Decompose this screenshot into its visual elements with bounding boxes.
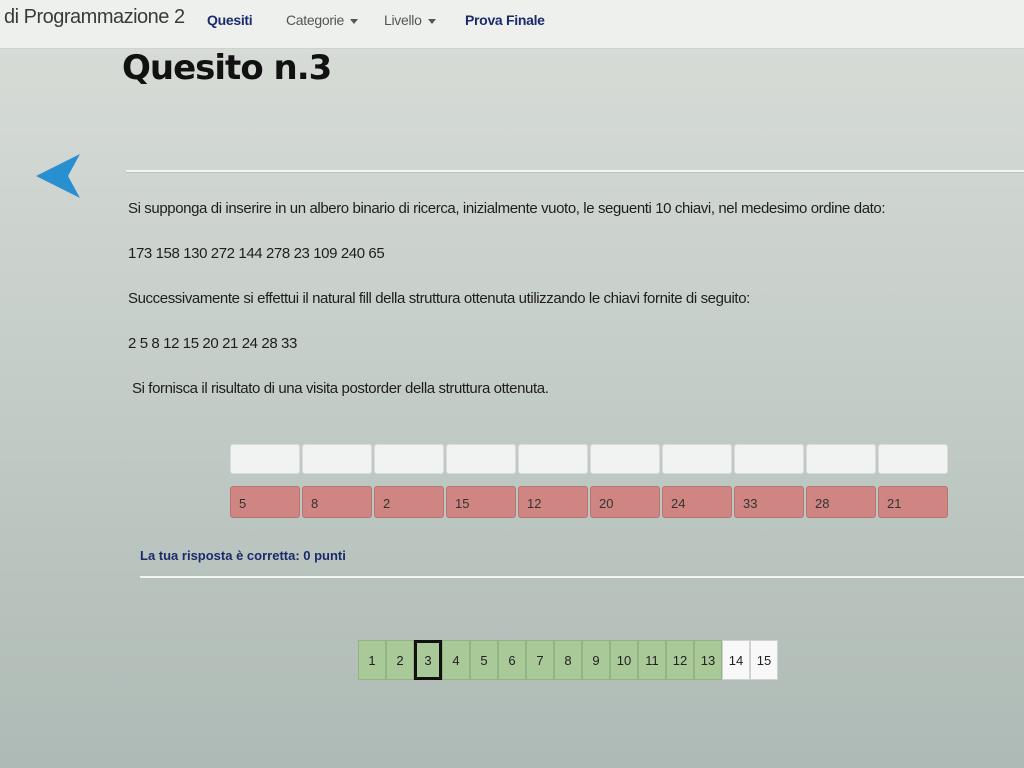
nav-categorie-dropdown[interactable]: Categorie bbox=[286, 12, 359, 28]
nav-categorie-label: Categorie bbox=[286, 12, 345, 28]
question-pagination: 1 2 3 4 5 6 7 8 9 10 11 12 13 14 15 bbox=[358, 640, 778, 680]
page-button[interactable]: 9 bbox=[582, 640, 610, 680]
key-tile[interactable]: 33 bbox=[734, 486, 804, 518]
divider-bottom bbox=[140, 576, 1024, 578]
answer-slot[interactable] bbox=[230, 444, 300, 474]
page-button[interactable]: 4 bbox=[442, 640, 470, 680]
nav-prova-finale[interactable]: Prova Finale bbox=[465, 12, 545, 28]
site-brand[interactable]: di Programmazione 2 bbox=[4, 6, 185, 29]
answer-slot[interactable] bbox=[518, 444, 588, 474]
nav-livello-dropdown[interactable]: Livello bbox=[384, 12, 436, 28]
answer-drop-zone[interactable] bbox=[230, 444, 948, 474]
key-tile[interactable]: 21 bbox=[878, 486, 948, 518]
result-message: La tua risposta è corretta: 0 punti bbox=[140, 548, 346, 563]
nav-prova-finale-label: Prova Finale bbox=[465, 12, 545, 28]
question-text-intro: Si supponga di inserire in un albero bin… bbox=[128, 200, 886, 217]
page-button[interactable]: 8 bbox=[554, 640, 582, 680]
key-tile[interactable]: 8 bbox=[302, 486, 372, 518]
top-navbar: di Programmazione 2 Quesiti Categorie Li… bbox=[0, 0, 1024, 49]
page-button[interactable]: 13 bbox=[694, 640, 722, 680]
key-tile[interactable]: 12 bbox=[518, 486, 588, 518]
nav-quesiti[interactable]: Quesiti bbox=[207, 12, 253, 28]
page-button-current[interactable]: 3 bbox=[414, 640, 442, 680]
answer-slot[interactable] bbox=[734, 444, 804, 474]
answer-slot[interactable] bbox=[302, 444, 372, 474]
page-button[interactable]: 12 bbox=[666, 640, 694, 680]
key-tile[interactable]: 15 bbox=[446, 486, 516, 518]
page-button[interactable]: 11 bbox=[638, 640, 666, 680]
nav-livello-label: Livello bbox=[384, 12, 422, 28]
page-button[interactable]: 7 bbox=[526, 640, 554, 680]
key-tiles: 5 8 2 15 12 20 24 33 28 21 bbox=[230, 486, 948, 518]
page-button[interactable]: 2 bbox=[386, 640, 414, 680]
key-tile[interactable]: 5 bbox=[230, 486, 300, 518]
key-tile[interactable]: 2 bbox=[374, 486, 444, 518]
caret-down-icon bbox=[427, 18, 436, 24]
page-button[interactable]: 14 bbox=[722, 640, 750, 680]
answer-slot[interactable] bbox=[374, 444, 444, 474]
answer-slot[interactable] bbox=[878, 444, 948, 474]
nav-quesiti-label: Quesiti bbox=[207, 12, 253, 28]
page-button[interactable]: 1 bbox=[358, 640, 386, 680]
question-text-postorder: Si fornisca il risultato di una visita p… bbox=[132, 380, 549, 397]
answer-slot[interactable] bbox=[662, 444, 732, 474]
key-tile[interactable]: 24 bbox=[662, 486, 732, 518]
page-button[interactable]: 5 bbox=[470, 640, 498, 680]
divider-top bbox=[126, 170, 1024, 172]
page-button[interactable]: 10 bbox=[610, 640, 638, 680]
key-tile[interactable]: 20 bbox=[590, 486, 660, 518]
insert-keys-text: 173 158 130 272 144 278 23 109 240 65 bbox=[128, 245, 385, 262]
answer-slot[interactable] bbox=[446, 444, 516, 474]
page-button[interactable]: 6 bbox=[498, 640, 526, 680]
left-arrow-icon[interactable] bbox=[34, 152, 82, 200]
page-title: Quesito n.3 bbox=[122, 48, 332, 88]
answer-slot[interactable] bbox=[590, 444, 660, 474]
page-button[interactable]: 15 bbox=[750, 640, 778, 680]
key-tile[interactable]: 28 bbox=[806, 486, 876, 518]
answer-slot[interactable] bbox=[806, 444, 876, 474]
question-text-natural-fill: Successivamente si effettui il natural f… bbox=[128, 290, 750, 307]
caret-down-icon bbox=[350, 18, 359, 24]
fill-keys-text: 2 5 8 12 15 20 21 24 28 33 bbox=[128, 335, 297, 352]
